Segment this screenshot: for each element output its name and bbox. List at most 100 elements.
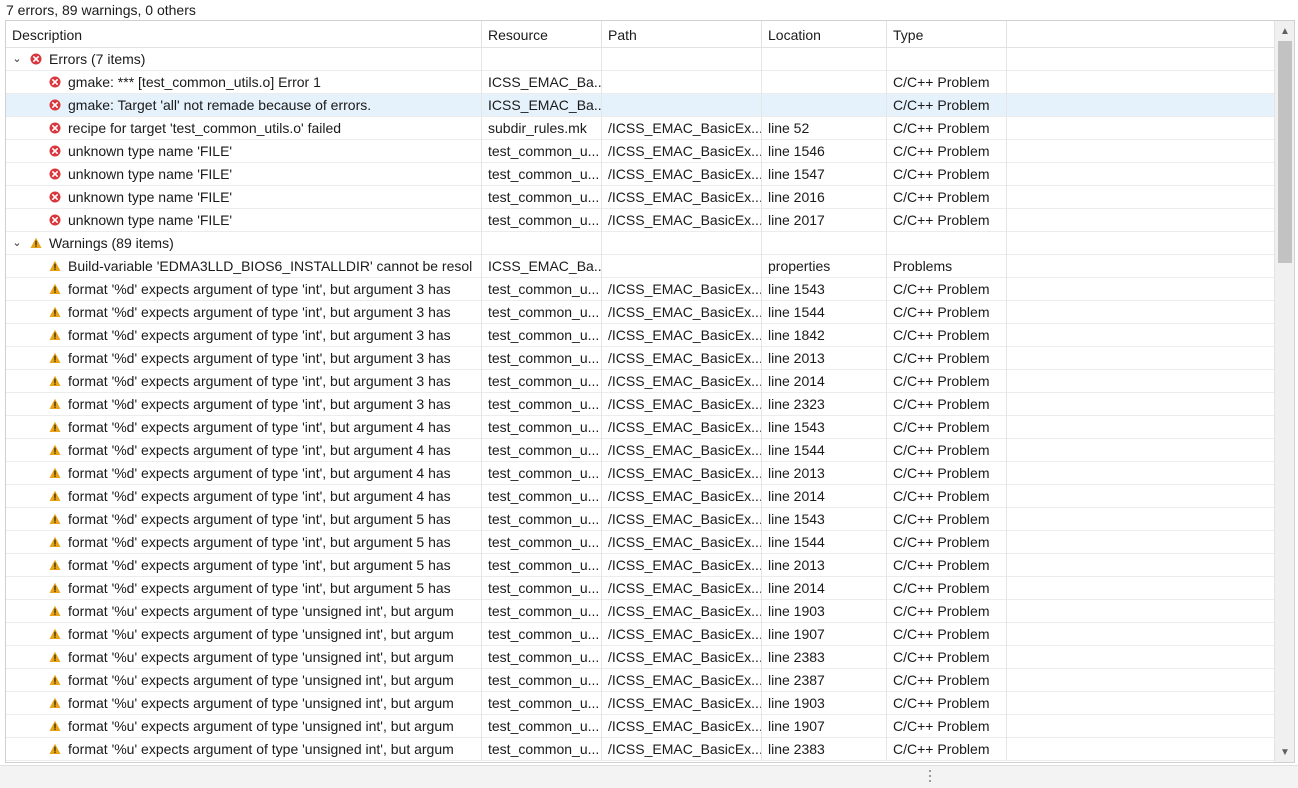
description-cell: format '%d' expects argument of type 'in… (6, 577, 482, 600)
description-text: format '%d' expects argument of type 'in… (68, 465, 451, 481)
description-cell: format '%u' expects argument of type 'un… (6, 623, 482, 646)
path-cell: /ICSS_EMAC_BasicEx... (602, 623, 762, 646)
description-text: format '%d' expects argument of type 'in… (68, 442, 451, 458)
description-text: format '%d' expects argument of type 'in… (68, 350, 451, 366)
resource-cell: test_common_u... (482, 554, 602, 577)
table-row[interactable]: gmake: *** [test_common_utils.o] Error 1… (6, 71, 1274, 94)
group-row-errors[interactable]: ⌄ Errors (7 items) (6, 48, 1274, 71)
table-row[interactable]: format '%u' expects argument of type 'un… (6, 623, 1274, 646)
path-cell: /ICSS_EMAC_BasicEx... (602, 485, 762, 508)
location-cell: line 2013 (762, 462, 887, 485)
table-row[interactable]: format '%d' expects argument of type 'in… (6, 393, 1274, 416)
filler-cell (1007, 623, 1274, 646)
table-row[interactable]: format '%d' expects argument of type 'in… (6, 508, 1274, 531)
table-row[interactable]: unknown type name 'FILE' test_common_u...… (6, 186, 1274, 209)
table-row[interactable]: format '%u' expects argument of type 'un… (6, 715, 1274, 738)
error-icon (49, 168, 61, 180)
path-cell: /ICSS_EMAC_BasicEx... (602, 278, 762, 301)
table-row[interactable]: format '%d' expects argument of type 'in… (6, 531, 1274, 554)
filler-cell (1007, 669, 1274, 692)
resource-cell: test_common_u... (482, 669, 602, 692)
description-cell: unknown type name 'FILE' (6, 163, 482, 186)
path-cell (602, 255, 762, 278)
vertical-scrollbar[interactable]: ▲ ▼ (1274, 21, 1294, 762)
group-row-warnings[interactable]: ⌄ Warnings (89 items) (6, 232, 1274, 255)
table-row[interactable]: format '%u' expects argument of type 'un… (6, 600, 1274, 623)
table-row[interactable]: format '%d' expects argument of type 'in… (6, 416, 1274, 439)
table-row[interactable]: Build-variable 'EDMA3LLD_BIOS6_INSTALLDI… (6, 255, 1274, 278)
path-cell: /ICSS_EMAC_BasicEx... (602, 669, 762, 692)
error-icon (30, 53, 42, 65)
table-row[interactable]: format '%d' expects argument of type 'in… (6, 462, 1274, 485)
table-row[interactable]: format '%d' expects argument of type 'in… (6, 370, 1274, 393)
resize-grip-icon[interactable] (929, 770, 932, 786)
type-cell: C/C++ Problem (887, 669, 1007, 692)
warning-icon (49, 306, 61, 317)
column-header-description[interactable]: Description ⌃ (6, 21, 482, 48)
table-row[interactable]: format '%u' expects argument of type 'un… (6, 669, 1274, 692)
type-cell: C/C++ Problem (887, 393, 1007, 416)
table-row[interactable]: format '%d' expects argument of type 'in… (6, 278, 1274, 301)
chevron-down-icon[interactable]: ⌄ (10, 232, 24, 255)
table-row[interactable]: gmake: Target 'all' not remade because o… (6, 94, 1274, 117)
path-cell: /ICSS_EMAC_BasicEx... (602, 370, 762, 393)
description-cell: Build-variable 'EDMA3LLD_BIOS6_INSTALLDI… (6, 255, 482, 278)
path-cell (602, 71, 762, 94)
scroll-down-arrow-icon[interactable]: ▼ (1275, 744, 1294, 762)
warning-icon (49, 536, 61, 547)
description-cell: format '%d' expects argument of type 'in… (6, 508, 482, 531)
path-cell: /ICSS_EMAC_BasicEx... (602, 646, 762, 669)
table-row[interactable]: unknown type name 'FILE' test_common_u...… (6, 209, 1274, 232)
type-cell: C/C++ Problem (887, 209, 1007, 232)
table-row[interactable]: format '%d' expects argument of type 'in… (6, 554, 1274, 577)
table-row[interactable]: recipe for target 'test_common_utils.o' … (6, 117, 1274, 140)
path-cell: /ICSS_EMAC_BasicEx... (602, 324, 762, 347)
filler-cell (1007, 439, 1274, 462)
chevron-down-icon[interactable]: ⌄ (10, 48, 24, 71)
location-cell: line 2014 (762, 370, 887, 393)
location-cell (762, 232, 887, 255)
table-row[interactable]: format '%d' expects argument of type 'in… (6, 485, 1274, 508)
location-cell: line 2014 (762, 485, 887, 508)
table-row[interactable]: format '%d' expects argument of type 'in… (6, 324, 1274, 347)
table-row[interactable]: format '%d' expects argument of type 'in… (6, 347, 1274, 370)
filler-cell (1007, 278, 1274, 301)
table-row[interactable]: format '%u' expects argument of type 'un… (6, 692, 1274, 715)
column-header-location[interactable]: Location (762, 21, 887, 48)
group-label: Errors (7 items) (49, 51, 146, 67)
location-cell: line 2383 (762, 738, 887, 761)
table-row[interactable]: format '%u' expects argument of type 'un… (6, 646, 1274, 669)
filler-cell (1007, 48, 1274, 71)
filler-cell (1007, 255, 1274, 278)
description-text: format '%d' expects argument of type 'in… (68, 534, 451, 550)
table-row[interactable]: unknown type name 'FILE' test_common_u...… (6, 163, 1274, 186)
resource-cell: test_common_u... (482, 186, 602, 209)
table-row[interactable]: format '%d' expects argument of type 'in… (6, 577, 1274, 600)
column-header-resource[interactable]: Resource (482, 21, 602, 48)
location-cell: line 2014 (762, 577, 887, 600)
description-text: format '%u' expects argument of type 'un… (68, 695, 454, 711)
path-cell (602, 232, 762, 255)
path-cell: /ICSS_EMAC_BasicEx... (602, 577, 762, 600)
location-cell: line 1543 (762, 278, 887, 301)
type-cell: C/C++ Problem (887, 508, 1007, 531)
resource-cell: test_common_u... (482, 278, 602, 301)
description-text: unknown type name 'FILE' (68, 212, 233, 228)
table-row[interactable]: format '%d' expects argument of type 'in… (6, 301, 1274, 324)
type-cell: C/C++ Problem (887, 71, 1007, 94)
location-cell: line 2016 (762, 186, 887, 209)
table-row[interactable]: format '%u' expects argument of type 'un… (6, 738, 1274, 761)
warning-icon (49, 559, 61, 570)
scroll-up-arrow-icon[interactable]: ▲ (1275, 23, 1294, 41)
type-cell: C/C++ Problem (887, 623, 1007, 646)
type-cell: C/C++ Problem (887, 554, 1007, 577)
table-row[interactable]: format '%d' expects argument of type 'in… (6, 439, 1274, 462)
description-text: format '%d' expects argument of type 'in… (68, 327, 451, 343)
table-row[interactable]: unknown type name 'FILE' test_common_u...… (6, 140, 1274, 163)
scrollbar-thumb[interactable] (1278, 41, 1292, 263)
filler-cell (1007, 577, 1274, 600)
resource-cell: test_common_u... (482, 209, 602, 232)
column-header-type[interactable]: Type (887, 21, 1007, 48)
column-header-path[interactable]: Path (602, 21, 762, 48)
filler-cell (1007, 324, 1274, 347)
